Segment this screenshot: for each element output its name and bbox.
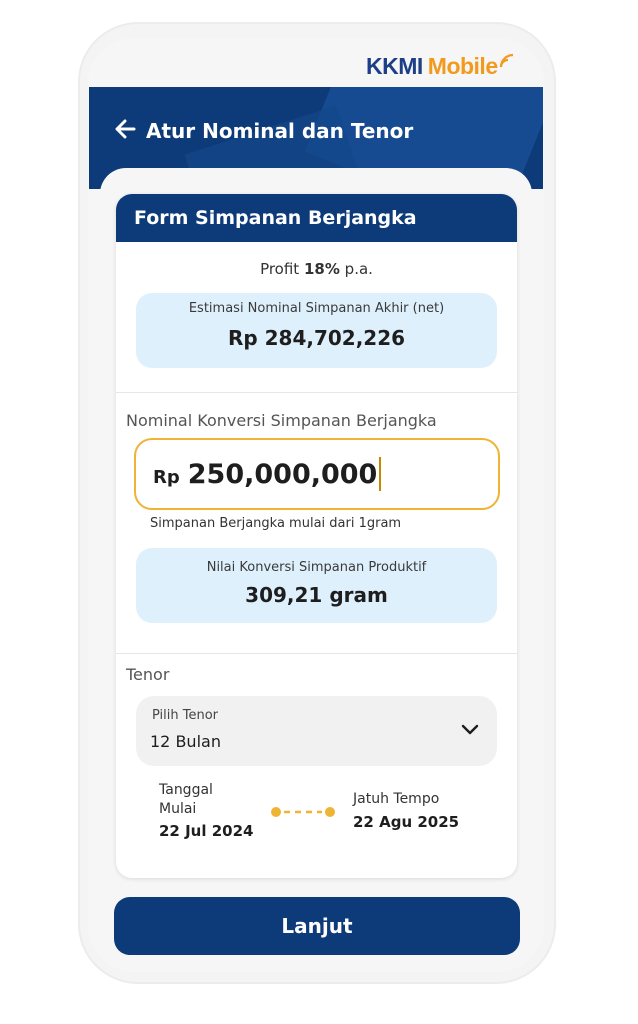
tenor-label: Tenor bbox=[126, 665, 170, 684]
tenor-select[interactable]: Pilih Tenor 12 Bulan bbox=[136, 696, 497, 766]
conversion-label: Nilai Konversi Simpanan Produktif bbox=[206, 560, 427, 575]
conversion-value: 309,21 gram bbox=[245, 583, 388, 607]
nominal-label: Nominal Konversi Simpanan Berjangka bbox=[126, 411, 437, 430]
arrow-left-icon[interactable] bbox=[114, 118, 136, 144]
profit-rate: Profit 18% p.a. bbox=[260, 260, 373, 278]
continue-button[interactable]: Lanjut bbox=[114, 897, 520, 955]
currency-prefix: Rp bbox=[153, 466, 180, 488]
page-title: Atur Nominal dan Tenor bbox=[146, 119, 414, 143]
profit-rate-value: 18% bbox=[303, 260, 340, 278]
tenor-select-label: Pilih Tenor bbox=[152, 708, 219, 723]
divider bbox=[116, 392, 517, 393]
text-caret bbox=[379, 457, 382, 491]
conversion-box: Nilai Konversi Simpanan Produktif 309,21… bbox=[136, 548, 497, 623]
kkmi-logo: KKMI Mobile bbox=[366, 50, 515, 82]
due-date: Jatuh Tempo 22 Agu 2025 bbox=[353, 791, 460, 831]
start-date-value: 22 Jul 2024 bbox=[159, 822, 254, 840]
estimate-box: Estimasi Nominal Simpanan Akhir (net) Rp… bbox=[136, 293, 497, 368]
chevron-down-icon[interactable] bbox=[461, 724, 479, 736]
nominal-hint: Simpanan Berjangka mulai dari 1gram bbox=[150, 516, 402, 531]
signal-icon bbox=[499, 53, 513, 68]
date-timeline-icon bbox=[271, 807, 335, 817]
nominal-value[interactable]: 250,000,000 bbox=[188, 459, 378, 490]
due-date-value: 22 Agu 2025 bbox=[353, 813, 460, 831]
nominal-input[interactable]: Rp 250,000,000 bbox=[134, 438, 500, 510]
start-date: Tanggal Mulai 22 Jul 2024 bbox=[159, 782, 254, 840]
estimate-label: Estimasi Nominal Simpanan Akhir (net) bbox=[188, 301, 445, 316]
estimate-value: Rp 284,702,226 bbox=[227, 326, 406, 350]
tenor-selected-value: 12 Bulan bbox=[150, 732, 221, 751]
logo-mobile-text: Mobile bbox=[427, 52, 498, 79]
form-title: Form Simpanan Berjangka bbox=[116, 194, 517, 242]
form-card: Form Simpanan Berjangka Profit 18% p.a. … bbox=[116, 194, 517, 878]
logo-kkmi-text: KKMI bbox=[366, 52, 423, 79]
header: Atur Nominal dan Tenor bbox=[114, 116, 413, 146]
divider bbox=[116, 653, 517, 654]
